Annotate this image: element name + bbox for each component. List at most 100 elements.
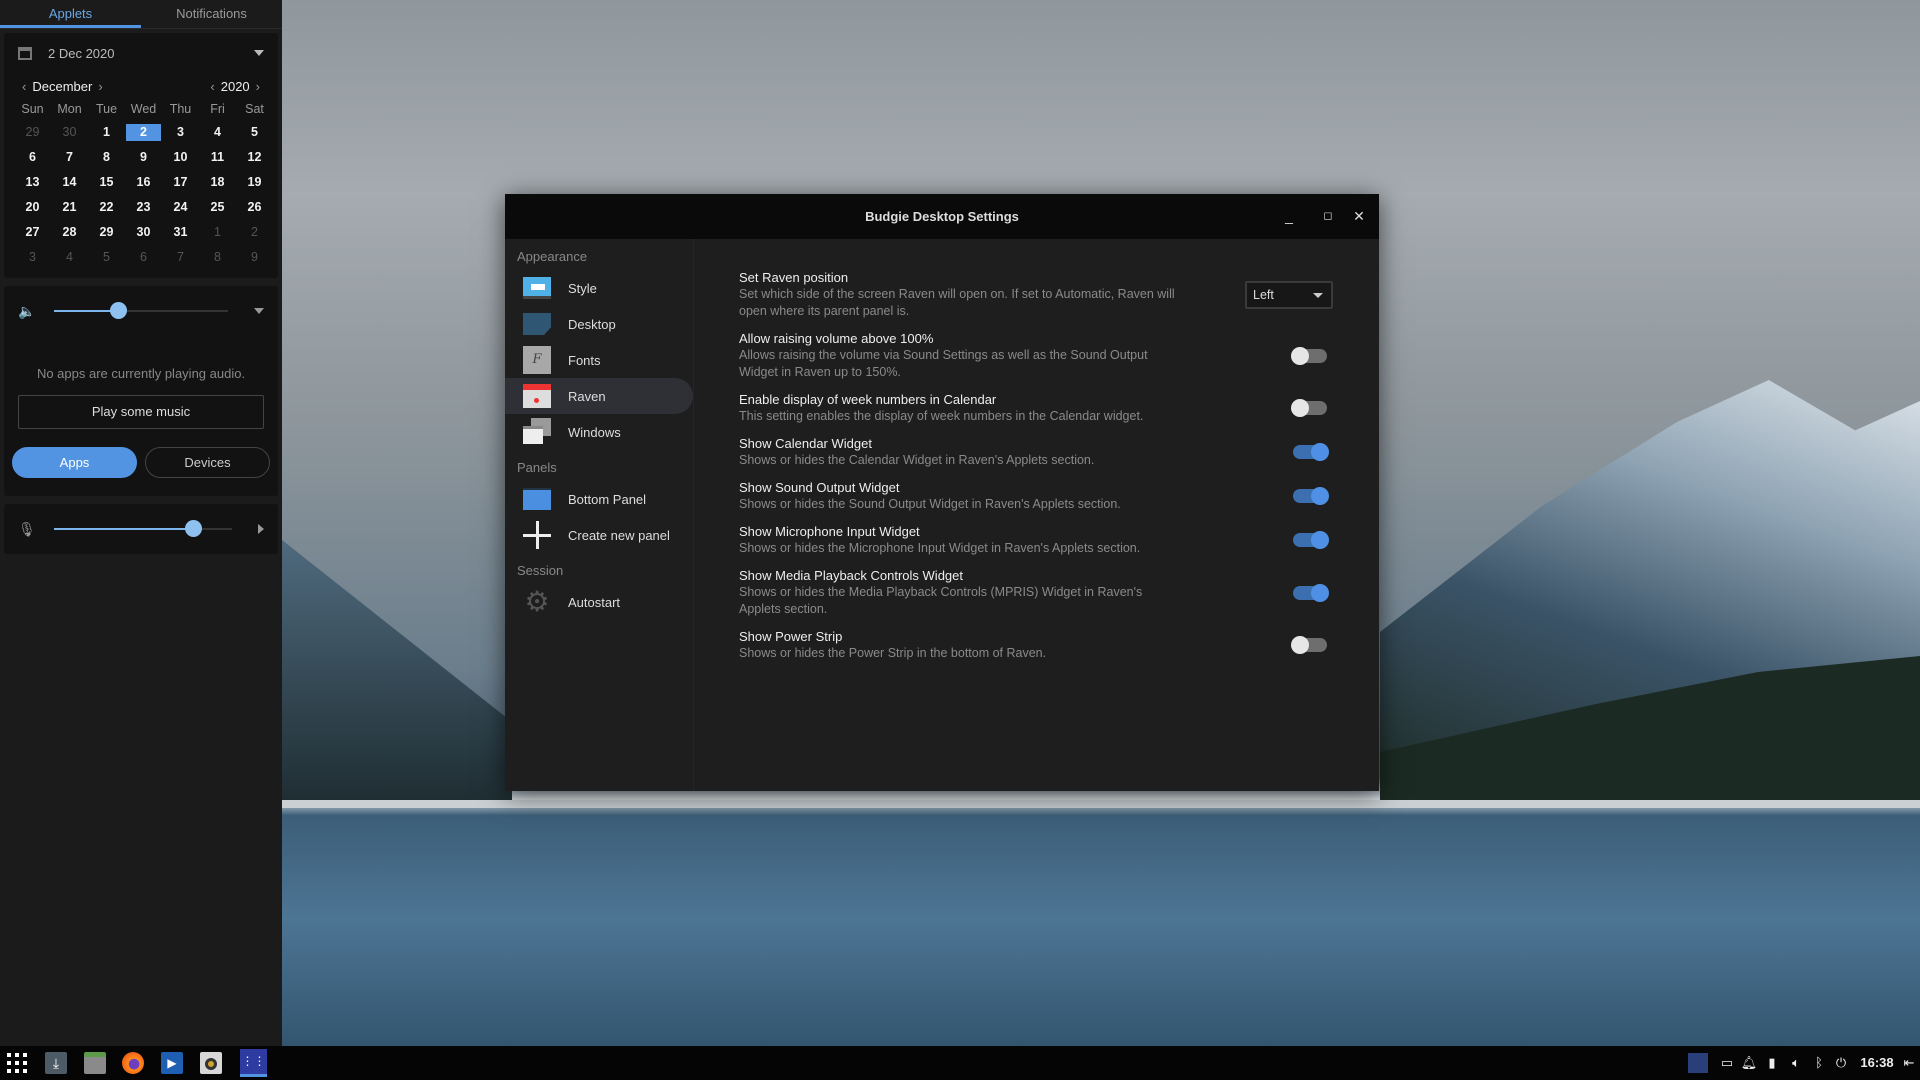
close-button[interactable]: ✕: [1349, 206, 1369, 226]
devices-button[interactable]: Devices: [145, 447, 270, 478]
prev-month-icon[interactable]: ‹: [22, 79, 26, 94]
bell-icon[interactable]: 🔔︎: [1740, 1046, 1758, 1080]
tab-notifications[interactable]: Notifications: [141, 0, 282, 28]
calendar-day[interactable]: 7: [51, 145, 88, 170]
calendar-day[interactable]: 2: [236, 220, 273, 245]
calendar-day[interactable]: 21: [51, 195, 88, 220]
bluetooth-icon[interactable]: ᛒ: [1810, 1046, 1828, 1080]
calendar-day[interactable]: 7: [162, 245, 199, 270]
calendar-header[interactable]: 2 Dec 2020: [4, 33, 278, 73]
calendar-day[interactable]: 1: [88, 120, 125, 145]
calendar-day[interactable]: 9: [236, 245, 273, 270]
calendar-day[interactable]: 18: [199, 170, 236, 195]
setting-toggle[interactable]: [1291, 636, 1327, 654]
calendar-day[interactable]: 16: [125, 170, 162, 195]
raven-position-dropdown[interactable]: Left: [1245, 280, 1333, 309]
sidebar-item-raven[interactable]: Raven: [505, 378, 693, 414]
toggle-knob[interactable]: [1291, 399, 1309, 417]
calendar-day[interactable]: 27: [14, 220, 51, 245]
calendar-day[interactable]: 30: [125, 220, 162, 245]
file-manager-icon[interactable]: [84, 1052, 106, 1074]
calendar-day-selected[interactable]: 2: [126, 124, 161, 141]
sidebar-item-bottom-panel[interactable]: Bottom Panel: [505, 481, 693, 517]
expand-arrow-icon[interactable]: [254, 308, 264, 314]
video-player-icon[interactable]: ▶: [161, 1052, 183, 1074]
calendar-day[interactable]: 17: [162, 170, 199, 195]
calendar-day[interactable]: 1: [199, 220, 236, 245]
budgie-settings-icon[interactable]: ⋮⋮: [240, 1049, 267, 1077]
calendar-day[interactable]: 13: [14, 170, 51, 195]
maximize-button[interactable]: ◻: [1318, 206, 1338, 226]
expand-arrow-icon[interactable]: [258, 524, 264, 534]
calendar-day[interactable]: 15: [88, 170, 125, 195]
calendar-day[interactable]: 5: [88, 245, 125, 270]
calendar-day[interactable]: 9: [125, 145, 162, 170]
calendar-day[interactable]: 26: [236, 195, 273, 220]
calendar-day[interactable]: 20: [14, 195, 51, 220]
power-icon[interactable]: ⏻: [1832, 1046, 1850, 1080]
toggle-knob[interactable]: [1291, 346, 1309, 365]
calendar-day[interactable]: 5: [236, 120, 273, 145]
setting-toggle[interactable]: [1293, 487, 1329, 505]
collapse-arrow-icon[interactable]: [254, 50, 264, 56]
calendar-day[interactable]: 28: [51, 220, 88, 245]
calendar-day[interactable]: 19: [236, 170, 273, 195]
sidebar-item-windows[interactable]: Windows: [505, 414, 693, 450]
sidebar-item-create-new-panel[interactable]: Create new panel: [505, 517, 693, 553]
calendar-day[interactable]: 4: [51, 245, 88, 270]
volume-icon[interactable]: 🔈︎: [1786, 1046, 1806, 1080]
sidebar-item-autostart[interactable]: ⚙ Autostart: [505, 584, 693, 620]
calendar-day[interactable]: 29: [14, 120, 51, 145]
slider-knob[interactable]: [184, 520, 202, 537]
prev-year-icon[interactable]: ‹: [210, 79, 214, 94]
toggle-knob[interactable]: [1311, 443, 1329, 461]
battery-icon[interactable]: ▮: [1763, 1046, 1781, 1080]
minimize-button[interactable]: _: [1279, 206, 1299, 226]
firefox-icon[interactable]: [122, 1052, 144, 1074]
calendar-day[interactable]: 8: [199, 245, 236, 270]
mic-volume-slider[interactable]: [54, 520, 232, 537]
titlebar[interactable]: Budgie Desktop Settings _ ◻ ✕: [505, 194, 1379, 239]
toggle-knob[interactable]: [1311, 583, 1329, 602]
speaker-app-icon[interactable]: [200, 1052, 222, 1074]
toggle-knob[interactable]: [1311, 531, 1329, 549]
toggle-knob[interactable]: [1311, 487, 1329, 505]
setting-toggle[interactable]: [1293, 583, 1329, 602]
calendar-day[interactable]: 6: [14, 145, 51, 170]
raven-toggle-icon[interactable]: ⇤: [1900, 1046, 1918, 1080]
slider-knob[interactable]: [110, 302, 128, 319]
play-music-button[interactable]: Play some music: [18, 395, 264, 429]
sidebar-item-style[interactable]: Style: [505, 270, 693, 306]
calendar-day[interactable]: 6: [125, 245, 162, 270]
tab-applets[interactable]: Applets: [0, 0, 141, 28]
app-grid-icon[interactable]: [6, 1052, 28, 1074]
sidebar-item-fonts[interactable]: F Fonts: [505, 342, 693, 378]
calendar-day[interactable]: 10: [162, 145, 199, 170]
calendar-day[interactable]: 30: [51, 120, 88, 145]
calendar-day[interactable]: 12: [236, 145, 273, 170]
calendar-day[interactable]: 29: [88, 220, 125, 245]
calendar-day[interactable]: 14: [51, 170, 88, 195]
setting-toggle[interactable]: [1293, 531, 1329, 549]
calendar-day[interactable]: 23: [125, 195, 162, 220]
apps-button[interactable]: Apps: [12, 447, 137, 478]
setting-toggle[interactable]: [1291, 346, 1327, 365]
calendar-day[interactable]: 8: [88, 145, 125, 170]
setting-toggle[interactable]: [1293, 443, 1329, 461]
setting-toggle[interactable]: [1291, 399, 1327, 417]
next-year-icon[interactable]: ›: [256, 79, 260, 94]
display-icon[interactable]: ▭: [1718, 1046, 1736, 1080]
calendar-day[interactable]: 4: [199, 120, 236, 145]
downloads-icon[interactable]: ⤓: [45, 1052, 67, 1074]
next-month-icon[interactable]: ›: [98, 79, 102, 94]
calendar-day[interactable]: 22: [88, 195, 125, 220]
workspace-icon[interactable]: [1688, 1053, 1708, 1073]
sidebar-item-desktop[interactable]: Desktop: [505, 306, 693, 342]
calendar-day[interactable]: 31: [162, 220, 199, 245]
calendar-day[interactable]: 11: [199, 145, 236, 170]
toggle-knob[interactable]: [1291, 636, 1309, 654]
output-volume-slider[interactable]: [54, 302, 228, 319]
clock[interactable]: 16:38: [1856, 1046, 1898, 1080]
calendar-day[interactable]: 24: [162, 195, 199, 220]
calendar-day[interactable]: 25: [199, 195, 236, 220]
